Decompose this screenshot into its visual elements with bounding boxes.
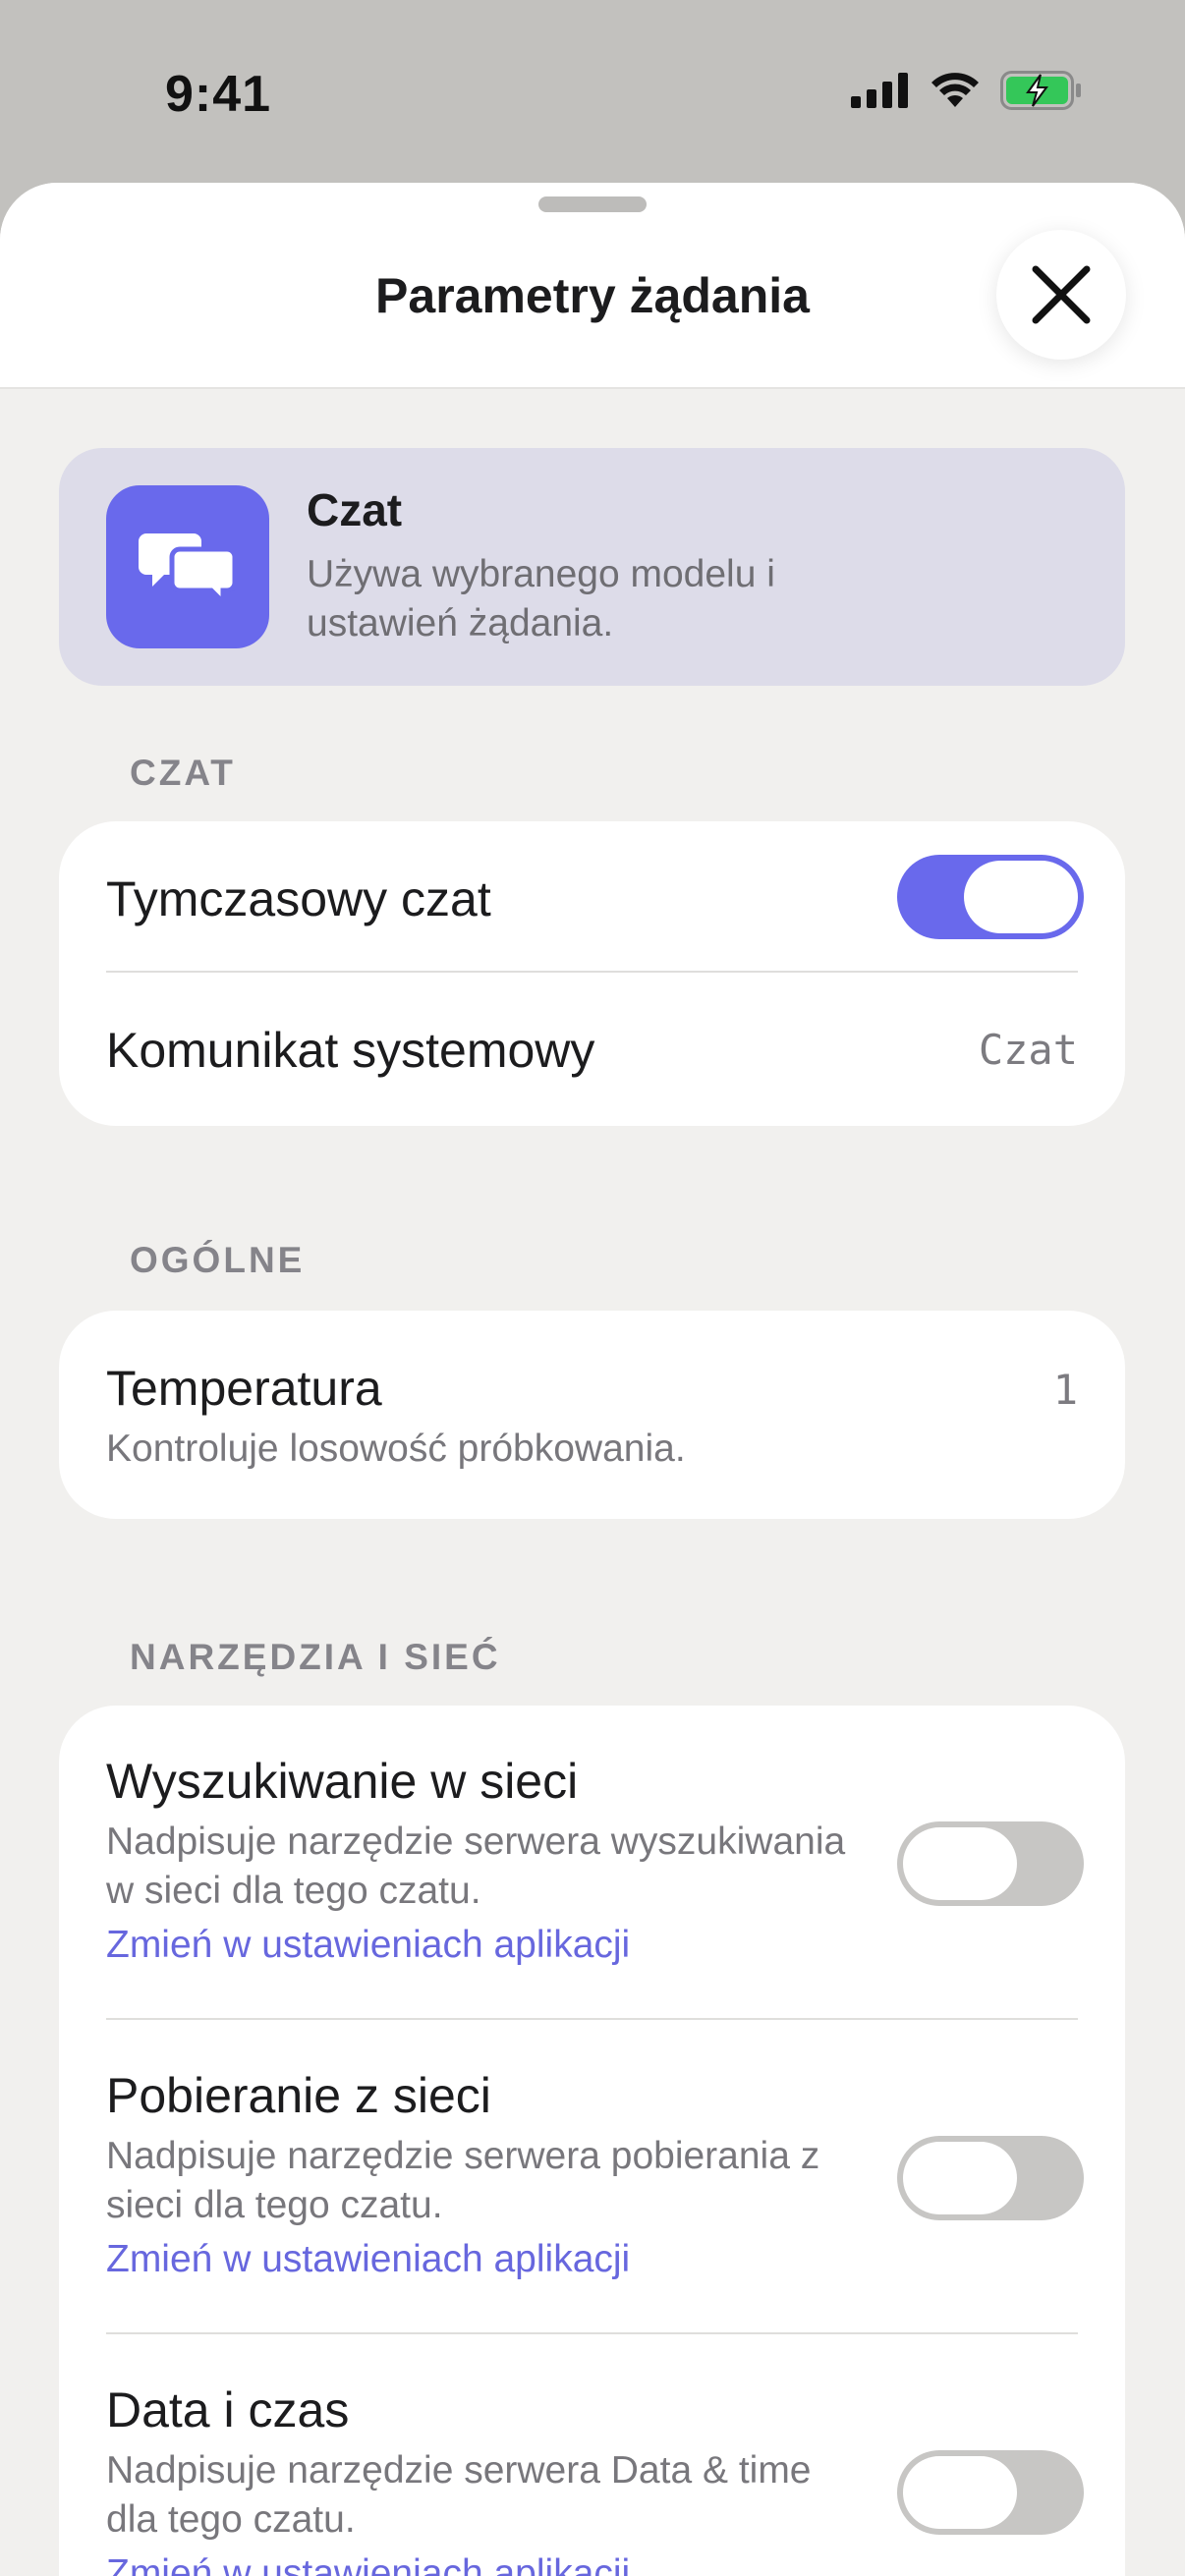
web-search-description: Nadpisuje narzędzie serwera wyszukiwania… xyxy=(106,1820,846,1912)
section-label-general: OGÓLNE xyxy=(130,1240,306,1280)
status-time: 9:41 xyxy=(165,66,272,123)
system-message-label[interactable]: Komunikat systemowy xyxy=(106,1022,594,1079)
divider xyxy=(106,2018,1078,2020)
toggle-knob xyxy=(903,2142,1017,2214)
temporary-chat-toggle[interactable] xyxy=(897,855,1084,939)
chat-bubbles-icon xyxy=(106,485,269,648)
status-bar: 9:41 xyxy=(0,0,1185,187)
toggle-knob xyxy=(903,1827,1017,1900)
date-time-description: Nadpisuje narzędzie serwera Data & time … xyxy=(106,2449,812,2541)
cellular-signal-icon xyxy=(851,73,908,108)
web-fetch-toggle[interactable] xyxy=(897,2136,1084,2220)
request-parameters-sheet: Parametry żądania Czat Używa wybranego m… xyxy=(0,183,1185,2576)
general-settings-card[interactable]: Temperatura 1 Kontroluje losowość próbko… xyxy=(59,1311,1125,1519)
chat-mode-card[interactable]: Czat Używa wybranego modelu i ustawień ż… xyxy=(59,448,1125,686)
web-search-label: Wyszukiwanie w sieci xyxy=(106,1754,579,1809)
tools-settings-card: Wyszukiwanie w sieci Nadpisuje narzędzie… xyxy=(59,1706,1125,2576)
temperature-label: Temperatura xyxy=(106,1361,382,1416)
close-button[interactable] xyxy=(996,230,1126,360)
divider xyxy=(106,971,1078,973)
close-icon xyxy=(1032,265,1091,324)
temporary-chat-label: Tymczasowy czat xyxy=(106,871,491,926)
status-icons xyxy=(851,71,1083,110)
date-time-toggle[interactable] xyxy=(897,2450,1084,2535)
wifi-icon xyxy=(931,73,979,107)
date-time-settings-link[interactable]: Zmień w ustawieniach aplikacji xyxy=(106,2552,630,2576)
system-message-value[interactable]: Czat xyxy=(979,1026,1078,1074)
temperature-description: Kontroluje losowość próbkowania. xyxy=(106,1428,686,1470)
sheet-grabber[interactable] xyxy=(538,196,647,212)
mode-description: Używa wybranego modelu i ustawień żądani… xyxy=(307,553,775,644)
web-search-settings-link[interactable]: Zmień w ustawieniach aplikacji xyxy=(106,1924,630,1967)
web-search-toggle[interactable] xyxy=(897,1821,1084,1906)
temperature-value[interactable]: 1 xyxy=(1053,1366,1078,1414)
toggle-knob xyxy=(903,2456,1017,2529)
divider xyxy=(106,2332,1078,2334)
web-fetch-settings-link[interactable]: Zmień w ustawieniach aplikacji xyxy=(106,2238,630,2281)
mode-title: Czat xyxy=(307,484,403,535)
date-time-label: Data i czas xyxy=(106,2382,350,2437)
section-label-chat: CZAT xyxy=(130,753,236,793)
web-fetch-label: Pobieranie z sieci xyxy=(106,2068,491,2123)
section-label-tools: NARZĘDZIA I SIEĆ xyxy=(130,1637,501,1677)
sheet-header: Parametry żądania xyxy=(0,183,1185,389)
web-fetch-description: Nadpisuje narzędzie serwera pobierania z… xyxy=(106,2135,820,2226)
battery-charging-icon xyxy=(1000,71,1081,110)
toggle-knob xyxy=(964,861,1078,933)
chat-settings-card: Tymczasowy czat Komunikat systemowy Czat xyxy=(59,821,1125,1126)
